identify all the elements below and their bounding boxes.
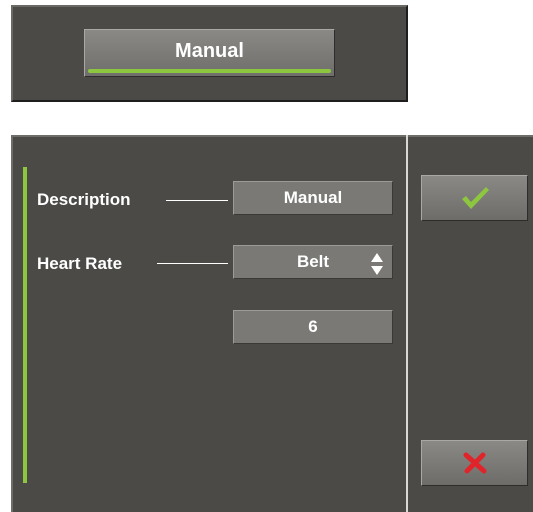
form-accent-bar <box>23 167 27 483</box>
mode-button[interactable]: Manual <box>84 29 335 77</box>
mode-button-label: Manual <box>175 39 244 62</box>
heart-rate-leader-line <box>157 263 228 264</box>
description-leader-line <box>166 200 228 201</box>
mode-button-accent <box>88 69 331 73</box>
description-label: Description <box>37 190 131 209</box>
numeric-field[interactable]: 6 <box>233 310 393 344</box>
heart-rate-value: Belt <box>296 252 330 271</box>
up-down-arrows-icon[interactable] <box>371 253 383 275</box>
description-value: Manual <box>283 188 343 207</box>
close-icon <box>463 452 486 474</box>
panel-divider <box>406 135 408 512</box>
cancel-button[interactable] <box>421 440 528 486</box>
check-icon <box>461 187 489 209</box>
numeric-field-value: 6 <box>308 317 318 336</box>
heart-rate-label: Heart Rate <box>37 254 123 273</box>
confirm-button[interactable] <box>421 175 528 221</box>
heart-rate-select[interactable]: Belt <box>233 245 393 279</box>
description-field[interactable]: Manual <box>233 181 393 215</box>
